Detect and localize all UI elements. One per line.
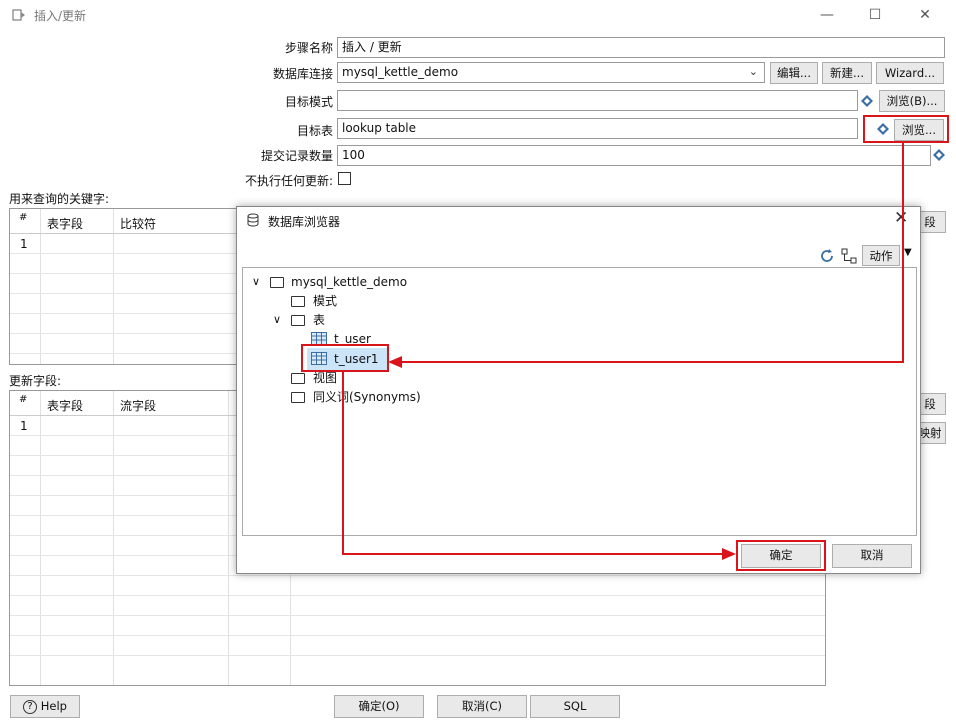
folder-icon	[270, 277, 284, 288]
row-number: 1	[20, 237, 28, 251]
tree-views-item[interactable]: 视图	[313, 370, 337, 386]
edit-connection-button[interactable]: 编辑...	[770, 62, 818, 84]
dialog-cancel-button[interactable]: 取消	[832, 544, 912, 568]
tree-tables-item[interactable]: 表	[313, 312, 325, 328]
db-connection-select[interactable]: mysql_kettle_demo ⌄	[337, 62, 765, 83]
tree-root-item[interactable]: mysql_kettle_demo	[291, 274, 407, 290]
target-table-label: 目标表	[296, 124, 333, 138]
column-header-comparator: 比较符	[120, 217, 157, 231]
folder-icon	[291, 296, 305, 307]
maximize-button[interactable]: ☐	[860, 4, 890, 26]
close-button[interactable]: ✕	[910, 4, 940, 26]
lookup-keys-table[interactable]: # 表字段 比较符 1	[9, 208, 249, 365]
window-title: 插入/更新	[34, 9, 87, 23]
target-table-input[interactable]: lookup table	[337, 118, 858, 139]
column-header-stream-field: 流字段	[120, 399, 157, 413]
expand-root-icon[interactable]: ∨	[252, 274, 260, 290]
folder-icon	[291, 373, 305, 384]
step-name-label: 步骤名称	[284, 41, 333, 55]
sql-button[interactable]: SQL	[530, 695, 620, 718]
wizard-button[interactable]: Wizard...	[876, 62, 944, 84]
action-dropdown-icon[interactable]: ▼	[904, 247, 912, 258]
refresh-icon[interactable]	[818, 247, 836, 265]
update-fields-label: 更新字段:	[9, 374, 62, 388]
no-update-checkbox[interactable]	[338, 172, 351, 185]
database-icon	[247, 213, 259, 227]
title-bar: 插入/更新 — ☐ ✕	[0, 0, 956, 30]
new-connection-button[interactable]: 新建...	[822, 62, 872, 84]
tree-synonyms-item[interactable]: 同义词(Synonyms)	[313, 389, 421, 405]
hierarchy-icon[interactable]	[840, 247, 858, 265]
arrow-left-icon	[388, 356, 402, 368]
minimize-button[interactable]: —	[812, 4, 842, 26]
annotation-line	[398, 361, 904, 363]
lookup-keys-label: 用来查询的关键字:	[9, 192, 110, 206]
arrow-right-icon	[722, 548, 736, 560]
column-header-number: #	[19, 394, 28, 405]
cancel-button[interactable]: 取消(C)	[437, 695, 527, 718]
ok-button[interactable]: 确定(O)	[334, 695, 424, 718]
no-update-label: 不执行任何更新:	[244, 174, 333, 188]
step-name-input[interactable]: 插入 / 更新	[337, 37, 945, 58]
annotation-line	[902, 143, 904, 362]
dialog-title: 数据库浏览器	[268, 215, 341, 229]
column-header-table-field: 表字段	[47, 399, 84, 413]
db-connection-value: mysql_kettle_demo	[342, 65, 459, 79]
target-schema-input[interactable]	[337, 90, 858, 111]
annotation-line	[342, 553, 726, 555]
target-schema-label: 目标模式	[284, 95, 333, 109]
highlight-ok-box	[736, 540, 826, 571]
insert-update-icon	[12, 9, 25, 21]
chevron-down-icon: ⌄	[748, 65, 758, 78]
folder-icon	[291, 392, 305, 403]
db-connection-label: 数据库连接	[272, 67, 333, 81]
commit-size-input[interactable]: 100	[337, 145, 931, 166]
help-icon: ?	[23, 699, 38, 714]
folder-icon	[291, 315, 305, 326]
annotation-line	[342, 372, 344, 554]
variable-diamond-icon	[933, 149, 945, 161]
highlight-table-box	[301, 344, 389, 372]
commit-size-label: 提交记录数量	[260, 149, 333, 163]
highlight-browse-box	[863, 115, 949, 143]
action-button[interactable]: 动作	[862, 245, 900, 266]
variable-diamond-icon	[861, 95, 873, 107]
row-number: 1	[20, 419, 28, 433]
column-header-table-field: 表字段	[47, 217, 84, 231]
help-button[interactable]: ? Help	[10, 695, 80, 718]
browse-schema-button[interactable]: 浏览(B)...	[879, 90, 945, 112]
tree-schemas-item[interactable]: 模式	[313, 293, 337, 309]
expand-tables-icon[interactable]: ∨	[273, 312, 281, 328]
help-label: Help	[40, 699, 67, 713]
column-header-number: #	[19, 212, 28, 223]
